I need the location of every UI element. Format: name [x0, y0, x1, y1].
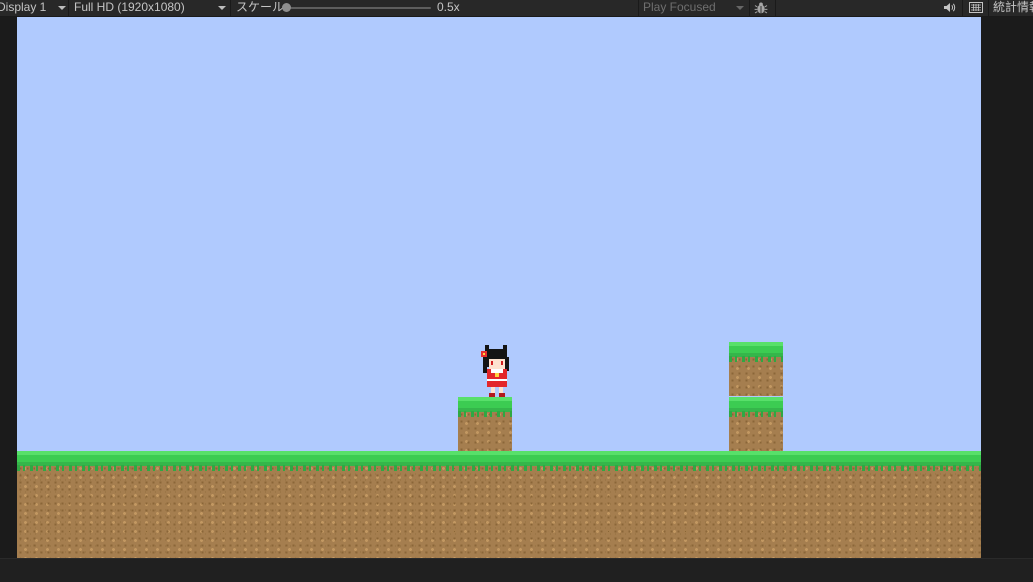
scale-label: スケール: [236, 0, 285, 14]
ground-terrain: [17, 451, 981, 558]
toolbar-divider: [962, 0, 963, 16]
game-viewport[interactable]: [17, 17, 981, 558]
game-view-area: [0, 17, 1033, 558]
speaker-icon[interactable]: [943, 2, 956, 18]
grass-top: [458, 397, 512, 417]
game-view-toolbar: Display 1 Full HD (1920x1080) スケール 0.5x …: [0, 0, 1033, 17]
toolbar-divider: [230, 0, 231, 16]
stats-button[interactable]: 統計情報: [993, 0, 1033, 16]
chevron-down-icon: [58, 6, 66, 10]
play-mode-dropdown[interactable]: Play Focused: [643, 0, 716, 16]
grass-dirt-block: [729, 397, 783, 451]
toolbar-divider: [988, 0, 989, 16]
grass-top: [17, 451, 981, 471]
grass-dirt-block: [729, 342, 783, 396]
play-mode-label: Play Focused: [643, 0, 716, 14]
chevron-down-icon: [218, 6, 226, 10]
bottom-status-bar: [0, 558, 1033, 582]
grass-top: [729, 342, 783, 362]
toolbar-divider: [749, 0, 750, 16]
player-character: [479, 343, 513, 397]
bug-icon[interactable]: [754, 1, 768, 17]
toolbar-divider: [775, 0, 776, 16]
stats-label: 統計情報: [993, 0, 1033, 14]
scale-value: 0.5x: [437, 0, 460, 14]
display-dropdown[interactable]: Display 1: [0, 0, 46, 16]
scale-slider-track[interactable]: [284, 7, 431, 9]
toolbar-divider: [68, 0, 69, 16]
grass-dirt-block: [458, 397, 512, 451]
display-dropdown-label: Display 1: [0, 0, 47, 14]
scale-slider-thumb[interactable]: [282, 3, 291, 12]
chevron-down-icon: [736, 6, 744, 10]
resolution-dropdown[interactable]: Full HD (1920x1080): [74, 0, 185, 16]
toolbar-divider: [638, 0, 639, 16]
resolution-dropdown-label: Full HD (1920x1080): [74, 0, 185, 14]
grass-top: [729, 397, 783, 417]
keyboard-icon[interactable]: [969, 2, 983, 18]
